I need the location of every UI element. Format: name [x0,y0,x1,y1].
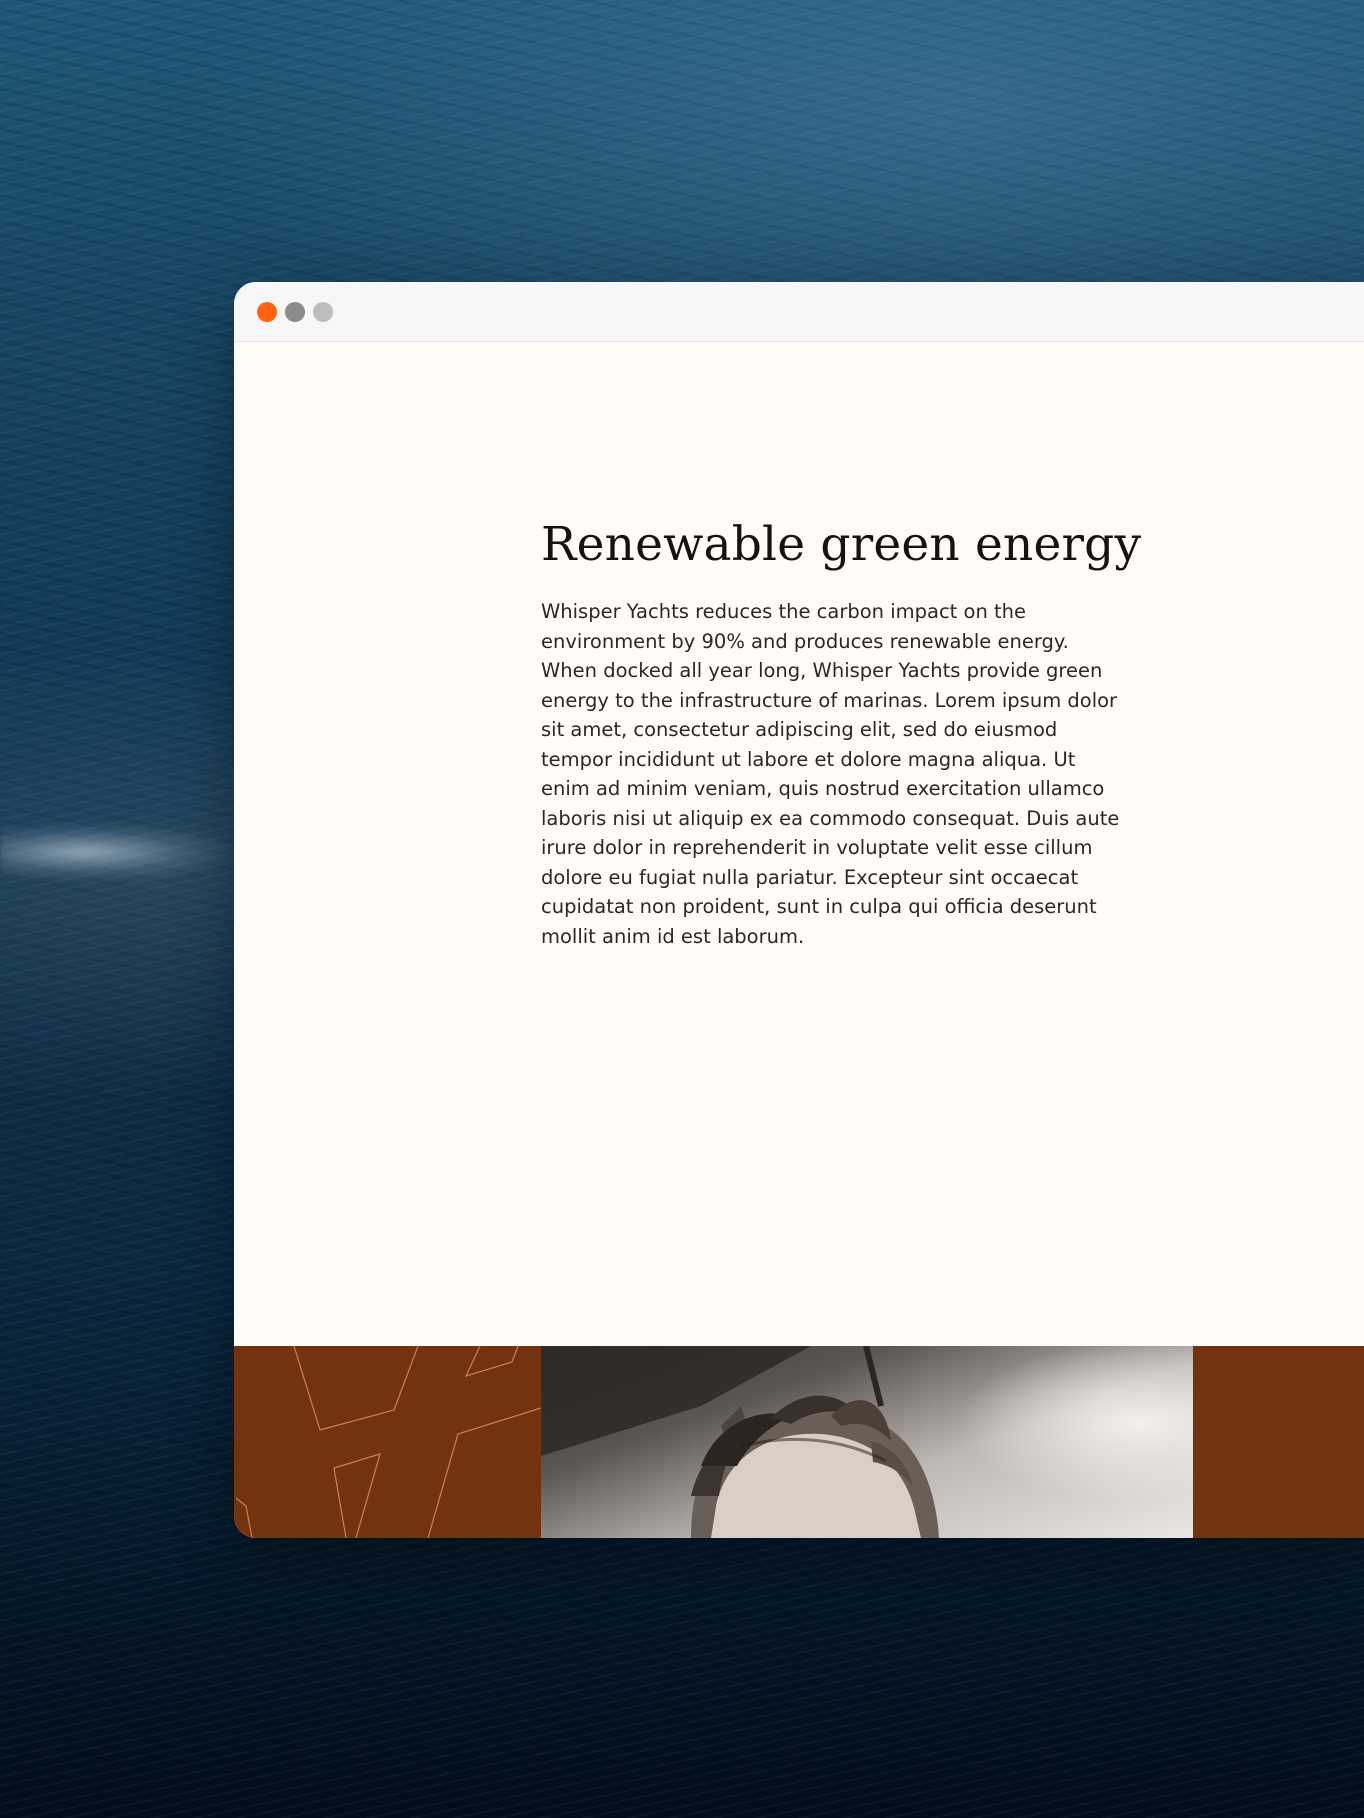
window-minimize-button[interactable] [285,302,305,322]
portrait-image [541,1346,1193,1538]
window-close-button[interactable] [257,302,277,322]
page-content: Renewable green energy Whisper Yachts re… [234,342,1364,1346]
window-maximize-button[interactable] [313,302,333,322]
boat-wake [0,822,240,882]
section-body-text: Whisper Yachts reduces the carbon impact… [541,600,1120,948]
hero-strip [234,1346,1364,1538]
monogram-lines [235,1346,541,1538]
brand-monogram-graphic [235,1346,541,1538]
browser-window: Renewable green energy Whisper Yachts re… [234,282,1364,1538]
window-titlebar [234,282,1364,342]
section-heading: Renewable green energy [541,517,1142,572]
portrait-illustration [541,1346,939,1538]
